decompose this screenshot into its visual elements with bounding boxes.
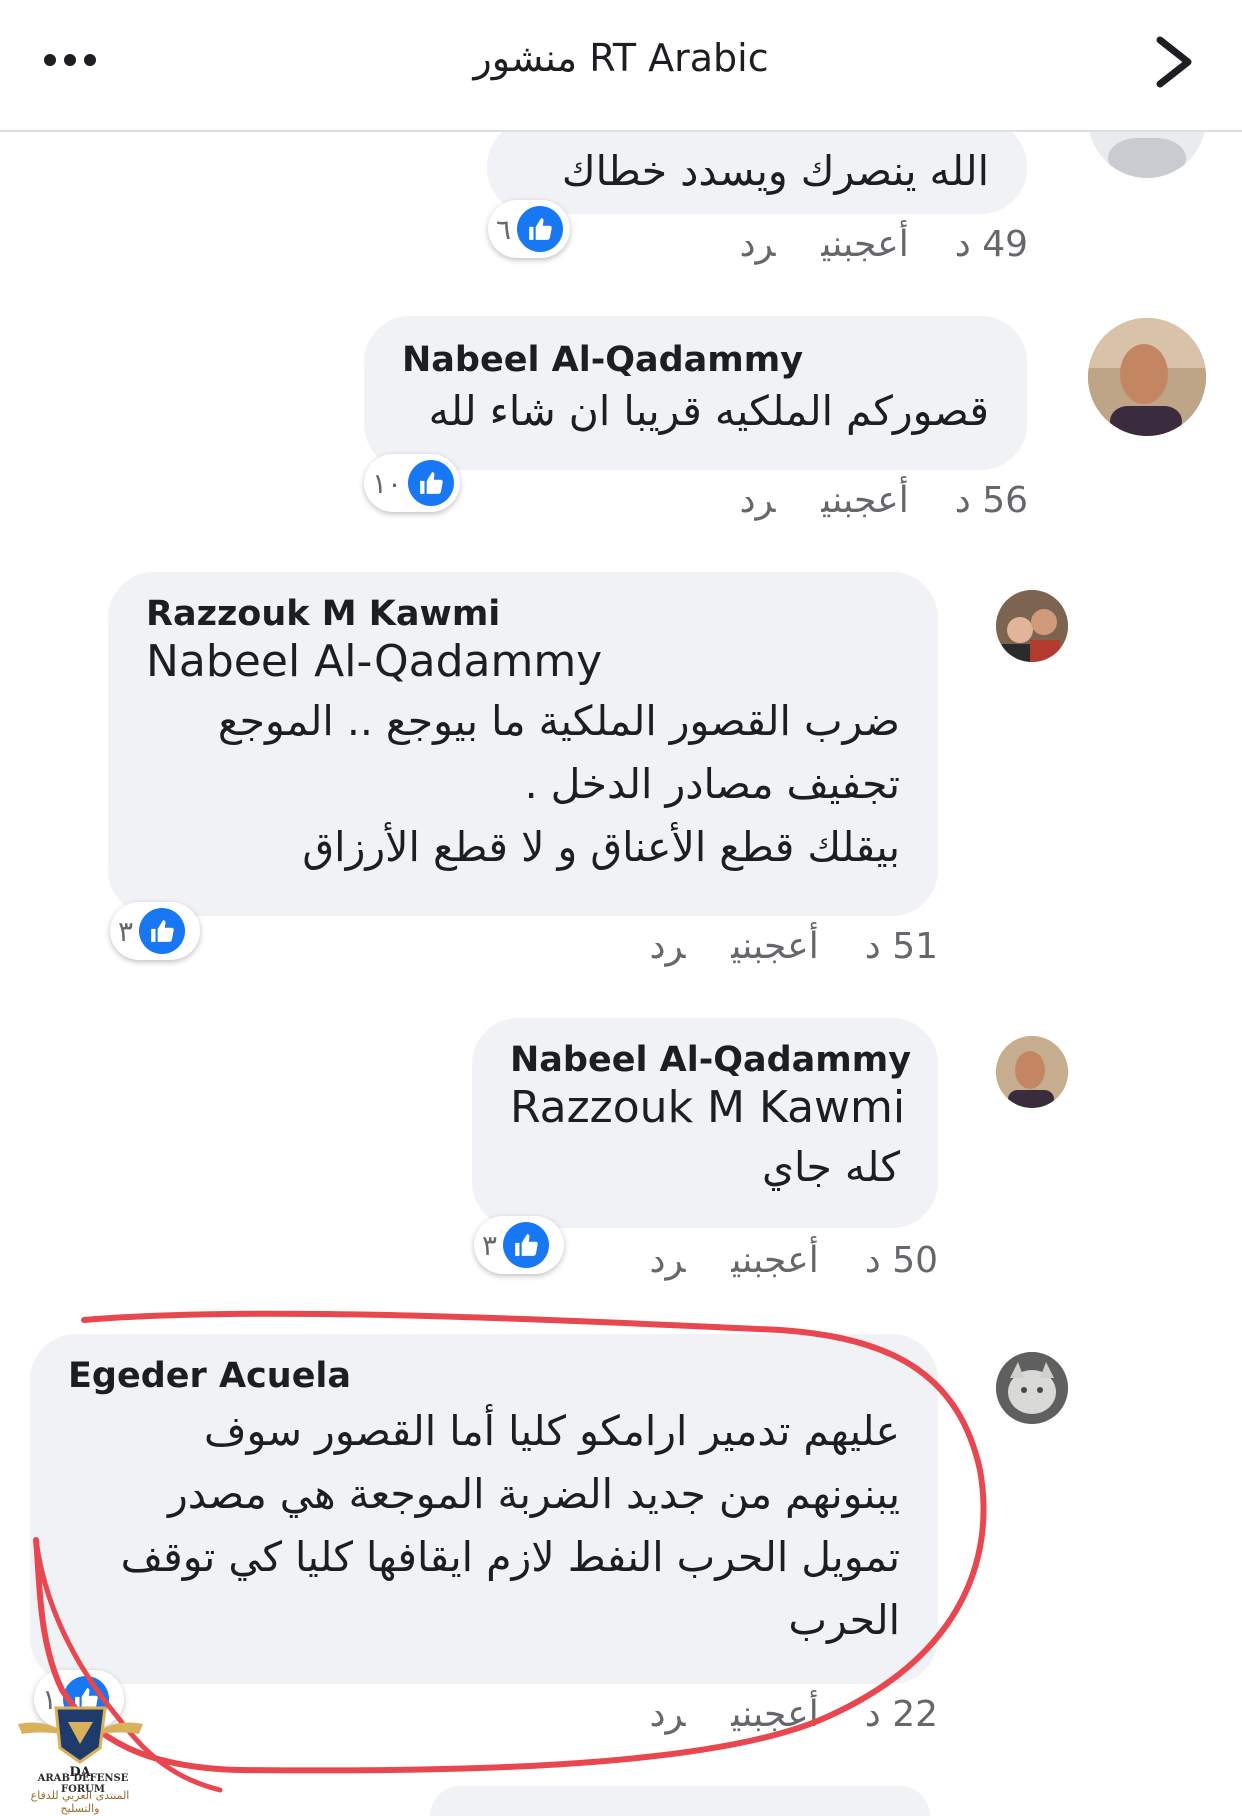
timestamp: 22 د — [864, 1694, 938, 1735]
author-name[interactable]: Razzouk M Kawmi — [146, 594, 900, 634]
mention-tag[interactable]: Nabeel Al-Qadammy — [146, 634, 900, 690]
reaction-number: ٦ — [496, 212, 512, 246]
reply-link[interactable]: رد — [649, 1694, 685, 1735]
comment-text: قصوركم الملكيه قريبا ان شاء لله — [428, 387, 989, 435]
comment-actions: 56 د أعجبني رد — [693, 480, 1028, 521]
like-link[interactable]: أعجبني — [731, 1694, 818, 1735]
page-title: منشور RT Arabic — [473, 36, 769, 80]
timestamp: 49 د — [954, 224, 1028, 265]
chevron-right-icon[interactable] — [1150, 34, 1198, 90]
like-link[interactable]: أعجبني — [821, 480, 908, 521]
comment-text-line: بيقلك قطع الأعناق و لا قطع الأرزاق — [302, 823, 900, 871]
comment-bubble: Egeder Acuela عليهم تدمير ارامكو كليا أم… — [30, 1334, 938, 1684]
reply-link[interactable]: رد — [739, 224, 775, 265]
next-comment-bubble-edge — [430, 1786, 930, 1816]
comment-bubble: Nabeel Al-Qadammy Razzouk M Kawmi كله جا… — [472, 1018, 938, 1228]
reaction-number: ٣ — [482, 1228, 498, 1262]
comment-text-line: يبنونهم من جديد الضربة الموجعة هي مصدر — [167, 1470, 900, 1518]
forum-watermark-subtitle: المنتدى العربي للدفاع والتسليح — [30, 1789, 130, 1815]
mention-tag[interactable]: Razzouk M Kawmi — [510, 1080, 905, 1136]
comment-actions: 22 د أعجبني رد — [603, 1694, 938, 1735]
comment-actions: 51 د أعجبني رد — [603, 926, 938, 967]
like-link[interactable]: أعجبني — [731, 1240, 818, 1281]
like-reaction-icon — [408, 460, 454, 506]
reaction-number: ١٠ — [372, 466, 403, 500]
timestamp: 56 د — [954, 480, 1028, 521]
author-name[interactable]: Nabeel Al-Qadammy — [402, 340, 989, 380]
reaction-number: ٣ — [118, 914, 134, 948]
top-bar: منشور RT Arabic — [0, 0, 1242, 132]
reaction-count[interactable]: ٣ — [110, 902, 200, 960]
avatar[interactable] — [996, 1036, 1068, 1108]
like-link[interactable]: أعجبني — [821, 224, 908, 265]
comment-actions: 49 د أعجبني رد — [693, 224, 1028, 265]
timestamp: 51 د — [864, 926, 938, 967]
comment-text-line: تمويل الحرب النفط لازم ايقافها كليا كي ت… — [120, 1533, 900, 1581]
comment-text-line: تجفيف مصادر الدخل . — [524, 760, 900, 808]
like-link[interactable]: أعجبني — [731, 926, 818, 967]
like-reaction-icon — [503, 1222, 550, 1268]
timestamp: 50 د — [864, 1240, 938, 1281]
comment-actions: 50 د أعجبني رد — [603, 1240, 938, 1281]
comment-bubble: Nabeel Al-Qadammy قصوركم الملكيه قريبا ا… — [364, 316, 1027, 470]
author-name[interactable]: Nabeel Al-Qadammy — [510, 1040, 911, 1080]
comment-text: كله جاي — [761, 1143, 900, 1191]
avatar[interactable] — [996, 590, 1068, 662]
like-reaction-icon — [517, 206, 564, 252]
like-reaction-icon — [139, 908, 186, 954]
author-name[interactable]: Egeder Acuela — [68, 1356, 900, 1396]
avatar[interactable] — [996, 1352, 1068, 1424]
reaction-count[interactable]: ٣ — [474, 1216, 564, 1274]
comment-text-line: الحرب — [788, 1596, 900, 1644]
avatar[interactable] — [1088, 318, 1206, 436]
comment-text-line: عليهم تدمير ارامكو كليا أما القصور سوف — [203, 1407, 900, 1455]
reply-link[interactable]: رد — [739, 480, 775, 521]
reaction-count[interactable]: ١٠ — [364, 454, 460, 512]
reaction-count[interactable]: ٦ — [488, 200, 570, 258]
comment-bubble: الله ينصرك ويسدد خطاك — [487, 120, 1027, 214]
reply-link[interactable]: رد — [649, 926, 685, 967]
comment-text: الله ينصرك ويسدد خطاك — [561, 147, 989, 195]
comment-bubble: Razzouk M Kawmi Nabeel Al-Qadammy ضرب ال… — [108, 572, 938, 916]
reply-link[interactable]: رد — [649, 1240, 685, 1281]
comment-text-line: ضرب القصور الملكية ما بيوجع .. الموجع — [217, 697, 900, 745]
